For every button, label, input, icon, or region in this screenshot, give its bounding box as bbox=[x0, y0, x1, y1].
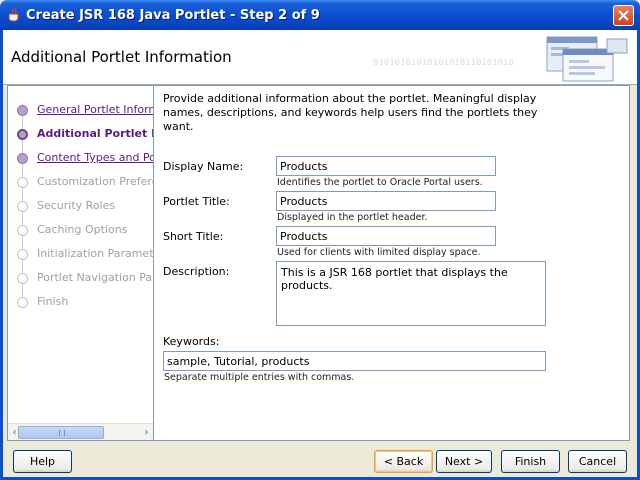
steps-horizontal-scrollbar[interactable]: ‹ › bbox=[8, 423, 153, 440]
step-label: Caching Options bbox=[37, 223, 128, 236]
keywords-field[interactable]: sample, Tutorial, products bbox=[163, 351, 546, 371]
page-title: Additional Portlet Information bbox=[11, 48, 232, 66]
step-label[interactable]: Content Types and Portlet Modes bbox=[37, 151, 153, 164]
step-content-types[interactable]: Content Types and Portlet Modes bbox=[8, 148, 153, 168]
portlet-title-label: Portlet Title: bbox=[163, 195, 230, 208]
step-label: Customization Preferences bbox=[37, 175, 153, 188]
back-button[interactable]: < Back bbox=[374, 450, 433, 473]
step-customization-preferences: Customization Preferences bbox=[8, 172, 153, 192]
description-field[interactable]: This is a JSR 168 portlet that displays … bbox=[276, 261, 546, 326]
step-finish: Finish bbox=[8, 292, 153, 312]
display-name-hint: Identifies the portlet to Oracle Portal … bbox=[277, 177, 483, 188]
wizard-steps-panel: General Portlet Information Additional P… bbox=[7, 85, 154, 441]
step-pending-icon bbox=[17, 225, 28, 236]
step-label: Security Roles bbox=[37, 199, 116, 212]
step-label: Finish bbox=[37, 295, 69, 308]
grip-icon bbox=[59, 430, 65, 436]
help-button[interactable]: Help bbox=[13, 450, 72, 473]
short-title-hint: Used for clients with limited display sp… bbox=[277, 247, 481, 258]
step-label: Portlet Navigation Parameters bbox=[37, 271, 153, 284]
cancel-button[interactable]: Cancel bbox=[568, 450, 627, 473]
step-pending-icon bbox=[17, 297, 28, 308]
keywords-hint: Separate multiple entries with commas. bbox=[164, 372, 355, 383]
close-icon bbox=[618, 10, 629, 21]
title-bar: Create JSR 168 Java Portlet - Step 2 of … bbox=[0, 0, 640, 30]
scrollbar-thumb[interactable] bbox=[18, 426, 104, 439]
portlet-title-hint: Displayed in the portlet header. bbox=[277, 212, 428, 223]
window-title: Create JSR 168 Java Portlet - Step 2 of … bbox=[26, 8, 320, 23]
keywords-label: Keywords: bbox=[163, 335, 220, 348]
step-general-portlet-information[interactable]: General Portlet Information bbox=[8, 100, 153, 120]
step-current-icon bbox=[17, 129, 28, 140]
next-button[interactable]: Next > bbox=[436, 450, 492, 473]
description-label: Description: bbox=[163, 265, 230, 278]
step-pending-icon bbox=[17, 273, 28, 284]
display-name-label: Display Name: bbox=[163, 160, 244, 173]
close-button[interactable] bbox=[613, 5, 634, 26]
step-pending-icon bbox=[17, 201, 28, 212]
portlet-title-field[interactable]: Products bbox=[276, 191, 496, 211]
wizard-header: Additional Portlet Information 010101010… bbox=[3, 30, 637, 85]
step-label: Additional Portlet Information bbox=[37, 127, 153, 140]
step-portlet-navigation-parameters: Portlet Navigation Parameters bbox=[8, 268, 153, 288]
finish-button[interactable]: Finish bbox=[501, 450, 560, 473]
step-done-icon bbox=[17, 153, 28, 164]
step-initialization-parameters: Initialization Parameters bbox=[8, 244, 154, 264]
step-label[interactable]: General Portlet Information bbox=[37, 103, 153, 116]
short-title-field[interactable]: Products bbox=[276, 226, 496, 246]
step-caching-options: Caching Options bbox=[8, 220, 153, 240]
short-title-label: Short Title: bbox=[163, 230, 224, 243]
step-additional-portlet-information[interactable]: Additional Portlet Information bbox=[8, 124, 153, 144]
wizard-graphic-icon bbox=[546, 36, 628, 82]
step-pending-icon bbox=[17, 249, 28, 260]
intro-text: Provide additional information about the… bbox=[163, 92, 538, 133]
step-pending-icon bbox=[17, 177, 28, 188]
header-decoration-text: 01010101010101010110101010 bbox=[373, 58, 514, 68]
display-name-field[interactable]: Products bbox=[276, 156, 496, 176]
step-security-roles: Security Roles bbox=[8, 196, 153, 216]
step-done-icon bbox=[17, 105, 28, 116]
java-cup-icon bbox=[8, 8, 20, 22]
step-label: Initialization Parameters bbox=[37, 247, 154, 260]
scroll-right-icon[interactable]: › bbox=[140, 426, 153, 439]
